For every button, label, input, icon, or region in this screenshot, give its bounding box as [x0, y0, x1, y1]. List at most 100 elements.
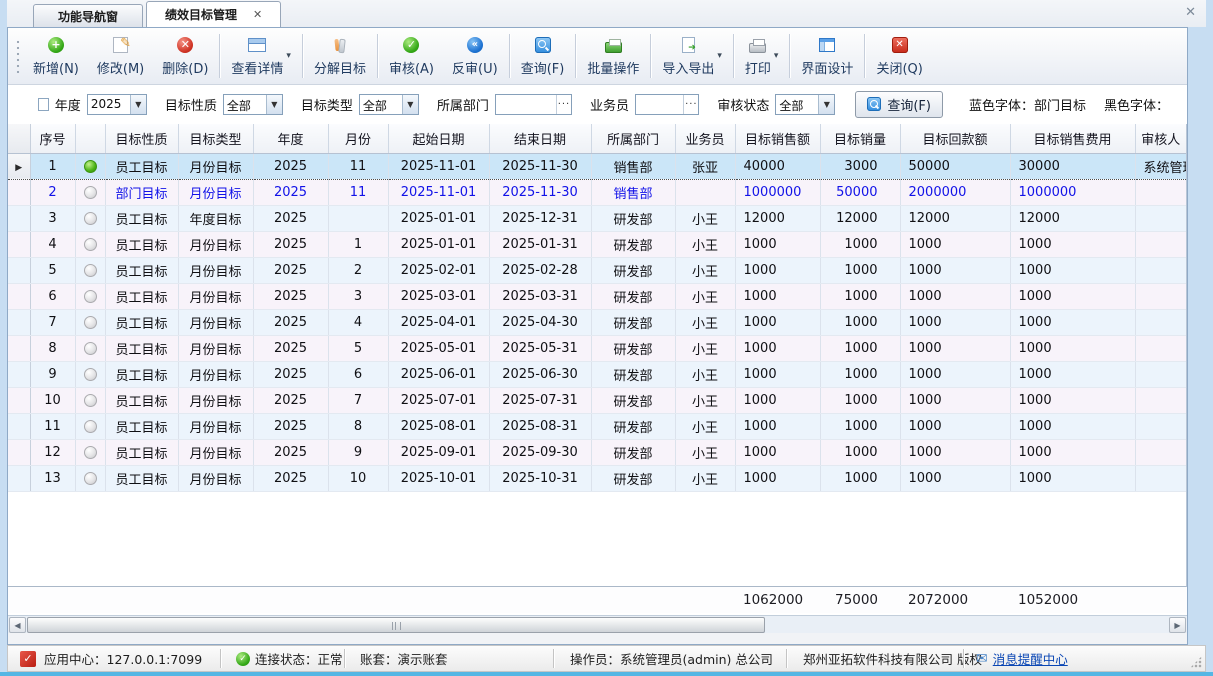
cell-indicator[interactable] [8, 361, 30, 387]
cell-dept[interactable]: 研发部 [591, 283, 675, 309]
ellipsis-lookup-icon[interactable]: ··· [683, 95, 698, 114]
cell-status[interactable] [75, 465, 105, 491]
cell-nature[interactable]: 员工目标 [105, 309, 178, 335]
cell-dept[interactable]: 销售部 [591, 179, 675, 205]
cell-indicator[interactable] [8, 231, 30, 257]
cell-status[interactable] [75, 309, 105, 335]
column-header-type[interactable]: 目标类型 [178, 124, 253, 153]
cell-status[interactable] [75, 387, 105, 413]
cell-qty[interactable]: 1000 [820, 439, 900, 465]
cell-indicator[interactable] [8, 439, 30, 465]
print-button[interactable]: 打印 ▾ [736, 30, 788, 82]
cell-collection[interactable]: 50000 [900, 153, 1010, 179]
message-center-link[interactable]: ✉消息提醒中心 [976, 646, 1068, 671]
batch-operation-button[interactable]: 批量操作 [578, 30, 648, 82]
cell-sales[interactable]: 1000 [735, 465, 820, 491]
cell-dept[interactable]: 研发部 [591, 439, 675, 465]
cell-month[interactable]: 6 [328, 361, 388, 387]
cell-indicator[interactable] [8, 205, 30, 231]
cell-end[interactable]: 2025-11-30 [489, 179, 591, 205]
cell-month[interactable] [328, 205, 388, 231]
cell-sales[interactable]: 40000 [735, 153, 820, 179]
cell-year[interactable]: 2025 [253, 231, 328, 257]
unapprove-button[interactable]: « 反审(U) [443, 30, 507, 82]
table-row[interactable]: 11员工目标月份目标202582025-08-012025-08-31研发部小王… [8, 413, 1187, 439]
column-header-year[interactable]: 年度 [253, 124, 328, 153]
cell-person[interactable]: 小王 [675, 413, 735, 439]
table-row[interactable]: 5员工目标月份目标202522025-02-012025-02-28研发部小王1… [8, 257, 1187, 283]
cell-expense[interactable]: 1000 [1010, 231, 1135, 257]
cell-person[interactable]: 张亚 [675, 153, 735, 179]
cell-seq[interactable]: 10 [30, 387, 75, 413]
cell-seq[interactable]: 7 [30, 309, 75, 335]
cell-collection[interactable]: 1000 [900, 283, 1010, 309]
cell-nature[interactable]: 员工目标 [105, 387, 178, 413]
cell-dept[interactable]: 研发部 [591, 205, 675, 231]
cell-end[interactable]: 2025-12-31 [489, 205, 591, 231]
cell-start[interactable]: 2025-09-01 [388, 439, 489, 465]
cell-sales[interactable]: 12000 [735, 205, 820, 231]
column-header-nature[interactable]: 目标性质 [105, 124, 178, 153]
toolbar-grip[interactable] [16, 39, 20, 73]
cell-person[interactable]: 小王 [675, 283, 735, 309]
cell-end[interactable]: 2025-10-31 [489, 465, 591, 491]
cell-qty[interactable]: 1000 [820, 335, 900, 361]
cell-sales[interactable]: 1000 [735, 361, 820, 387]
cell-dept[interactable]: 研发部 [591, 257, 675, 283]
cell-month[interactable]: 11 [328, 153, 388, 179]
cell-person[interactable]: 小王 [675, 465, 735, 491]
cell-nature[interactable]: 员工目标 [105, 335, 178, 361]
cell-status[interactable] [75, 335, 105, 361]
cell-nature[interactable]: 员工目标 [105, 465, 178, 491]
cell-month[interactable]: 8 [328, 413, 388, 439]
tab-close-icon[interactable]: ✕ [253, 8, 262, 21]
cell-expense[interactable]: 1000 [1010, 309, 1135, 335]
query-toolbar-button[interactable]: 查询(F) [512, 30, 574, 82]
query-button[interactable]: 查询(F) [855, 91, 943, 118]
cell-sales[interactable]: 1000 [735, 413, 820, 439]
tab-function-nav[interactable]: 功能导航窗 [33, 4, 143, 27]
cell-dept[interactable]: 研发部 [591, 387, 675, 413]
column-header-expense[interactable]: 目标销售费用 [1010, 124, 1135, 153]
cell-year[interactable]: 2025 [253, 283, 328, 309]
cell-seq[interactable]: 4 [30, 231, 75, 257]
cell-expense[interactable]: 1000 [1010, 439, 1135, 465]
cell-type[interactable]: 月份目标 [178, 413, 253, 439]
cell-year[interactable]: 2025 [253, 361, 328, 387]
cell-dept[interactable]: 研发部 [591, 231, 675, 257]
cell-nature[interactable]: 员工目标 [105, 283, 178, 309]
scrollbar-thumb[interactable] [27, 617, 765, 633]
cell-collection[interactable]: 1000 [900, 439, 1010, 465]
cell-month[interactable]: 10 [328, 465, 388, 491]
table-row[interactable]: 12员工目标月份目标202592025-09-012025-09-30研发部小王… [8, 439, 1187, 465]
cell-qty[interactable]: 12000 [820, 205, 900, 231]
column-header-month[interactable]: 月份 [328, 124, 388, 153]
column-header-start[interactable]: 起始日期 [388, 124, 489, 153]
cell-type[interactable]: 月份目标 [178, 153, 253, 179]
cell-auditor[interactable] [1135, 283, 1187, 309]
audit-status-select[interactable]: 全部▼ [775, 94, 835, 115]
type-select[interactable]: 全部▼ [359, 94, 419, 115]
cell-start[interactable]: 2025-05-01 [388, 335, 489, 361]
cell-type[interactable]: 月份目标 [178, 439, 253, 465]
year-checkbox[interactable] [38, 98, 49, 111]
cell-nature[interactable]: 员工目标 [105, 439, 178, 465]
cell-expense[interactable]: 12000 [1010, 205, 1135, 231]
cell-end[interactable]: 2025-04-30 [489, 309, 591, 335]
cell-auditor[interactable] [1135, 413, 1187, 439]
column-header-sales[interactable]: 目标销售额 [735, 124, 820, 153]
cell-seq[interactable]: 1 [30, 153, 75, 179]
chevron-down-icon[interactable]: ▾ [286, 51, 291, 61]
cell-collection[interactable]: 1000 [900, 387, 1010, 413]
cell-status[interactable] [75, 179, 105, 205]
cell-qty[interactable]: 1000 [820, 387, 900, 413]
cell-expense[interactable]: 1000 [1010, 283, 1135, 309]
cell-indicator[interactable]: ▶ [8, 153, 30, 179]
cell-nature[interactable]: 员工目标 [105, 231, 178, 257]
cell-qty[interactable]: 3000 [820, 153, 900, 179]
cell-nature[interactable]: 员工目标 [105, 413, 178, 439]
cell-status[interactable] [75, 205, 105, 231]
cell-status[interactable] [75, 231, 105, 257]
cell-collection[interactable]: 2000000 [900, 179, 1010, 205]
column-header-status[interactable] [75, 124, 105, 153]
